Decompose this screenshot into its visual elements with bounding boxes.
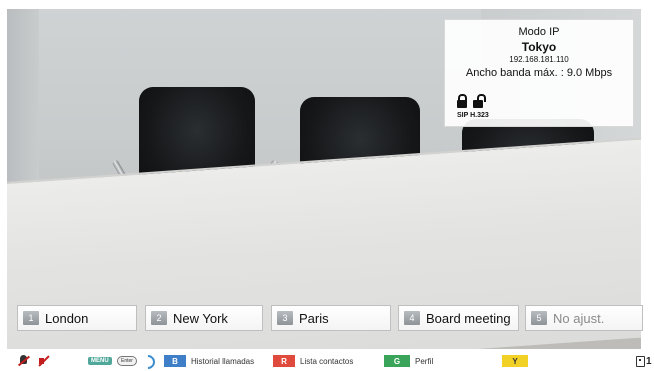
speed-dial-5[interactable]: 5 No ajust. — [525, 305, 643, 331]
enter-key-button[interactable]: Enter — [117, 356, 137, 366]
status-guide-bar: MENU Enter B Historial llamadas R Lista … — [0, 350, 654, 371]
ip-mode-label: Modo IP — [518, 26, 560, 38]
speaker-mute-status — [37, 354, 51, 368]
speed-dial-label: No ajust. — [553, 310, 605, 326]
speed-dial-4[interactable]: 4 Board meeting — [398, 305, 519, 331]
yellow-key-guide[interactable]: Y — [502, 354, 528, 368]
ip-address: 192.168.181.110 — [509, 55, 569, 64]
speaker-muted-icon — [37, 355, 51, 367]
speed-dial-number: 3 — [277, 311, 293, 325]
speed-dial-1[interactable]: 1 London — [17, 305, 137, 331]
wireless-mic-icon — [140, 355, 154, 367]
speed-dial-label: Board meeting — [426, 310, 511, 326]
blue-key-button[interactable]: B — [164, 355, 186, 367]
protocol-labels: SIP H.323 — [457, 112, 489, 119]
speed-dial-3[interactable]: 3 Paris — [271, 305, 391, 331]
speed-dial-number: 2 — [151, 311, 167, 325]
speed-dial-label: New York — [173, 310, 228, 326]
speed-dial-number: 4 — [404, 311, 420, 325]
lock-closed-icon — [457, 94, 467, 108]
max-bandwidth: Ancho banda máx. : 9.0 Mbps — [465, 67, 613, 79]
site-name: Tokyo — [521, 40, 557, 54]
speed-dial-number: 5 — [531, 311, 547, 325]
speed-dial-label: London — [45, 310, 89, 326]
menu-key-button[interactable]: MENU — [88, 357, 112, 365]
screen-icon — [636, 355, 645, 367]
call-history-guide[interactable]: B Historial llamadas — [164, 354, 254, 368]
screen-count: 1 — [646, 355, 652, 367]
contact-list-guide[interactable]: R Lista contactos — [273, 354, 353, 368]
yellow-key-button[interactable]: Y — [502, 355, 528, 367]
lock-open-icon — [473, 94, 486, 108]
contact-list-label: Lista contactos — [300, 356, 354, 366]
profile-label: Perfil — [415, 356, 434, 366]
speed-dial-number: 1 — [23, 311, 39, 325]
speed-dial-label: Paris — [299, 310, 329, 326]
connection-info-panel: Modo IP Tokyo 192.168.181.110 Ancho band… — [444, 19, 634, 127]
mic-muted-icon — [18, 355, 30, 367]
green-key-button[interactable]: G — [384, 355, 410, 367]
call-history-label: Historial llamadas — [191, 356, 255, 366]
screen-indicator: 1 — [636, 354, 652, 368]
speed-dial-2[interactable]: 2 New York — [145, 305, 263, 331]
mic-mute-status — [18, 354, 30, 368]
profile-guide[interactable]: G Perfil — [384, 354, 433, 368]
red-key-button[interactable]: R — [273, 355, 295, 367]
encryption-status — [457, 94, 497, 110]
